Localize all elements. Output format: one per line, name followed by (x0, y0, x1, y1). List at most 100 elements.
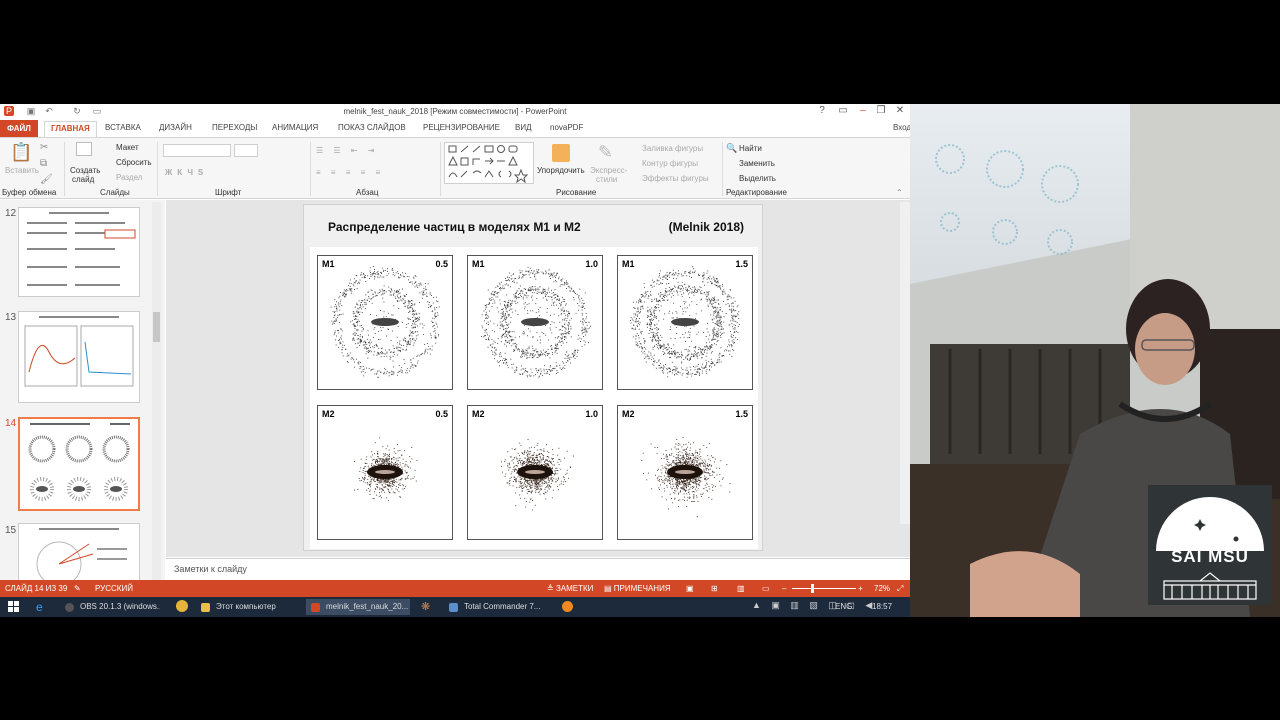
help-icon[interactable]: ? (815, 105, 829, 116)
thumbnail-scroll-thumb[interactable] (153, 312, 160, 342)
font-size-input[interactable] (234, 144, 258, 157)
slide-thumbnail-14[interactable] (18, 417, 140, 511)
sai-msu-logo: SAI MSU (1148, 485, 1272, 605)
particle-distribution-figure: M1 0.5 M1 1.0 M1 1.5 M2 0.5 M2 1.0 M2 1.… (310, 247, 758, 549)
signin-link[interactable]: Вход (893, 123, 910, 132)
tab-transitions[interactable]: ПЕРЕХОДЫ (212, 123, 257, 132)
new-slide-button[interactable]: Создать (70, 166, 100, 175)
keyboard-language[interactable]: ENG (835, 602, 852, 611)
taskbar-item-total-commander[interactable]: Total Commander 7... (444, 599, 548, 615)
shape-outline-button[interactable]: Контур фигуры (642, 159, 698, 168)
tab-review[interactable]: РЕЦЕНЗИРОВАНИЕ (423, 123, 500, 132)
replace-button[interactable]: Заменить (739, 159, 775, 168)
cut-icon[interactable]: ✂ (40, 142, 48, 153)
thumbnail-scrollbar[interactable] (152, 202, 161, 580)
tab-file[interactable]: ФАЙЛ (0, 120, 38, 137)
powerpoint-icon (311, 603, 320, 612)
editor-scrollbar[interactable] (900, 202, 910, 524)
taskbar-item-explorer[interactable]: Этот компьютер (196, 599, 302, 615)
start-button[interactable] (8, 601, 19, 612)
zoom-slider[interactable] (792, 588, 856, 589)
tab-view[interactable]: ВИД (515, 123, 532, 132)
total-commander-icon (449, 603, 458, 612)
scatter-plot (330, 266, 440, 378)
taskbar-item-label: melnik_fest_nauk_20... (326, 602, 409, 611)
section-button[interactable]: Раздел (116, 173, 142, 182)
thumbnail-number: 12 (5, 208, 17, 219)
taskbar-item-obs[interactable]: OBS 20.1.3 (windows... (60, 599, 160, 615)
spellcheck-icon[interactable]: ✎ (74, 584, 81, 593)
notes-pane[interactable]: Заметки к слайду (166, 558, 910, 580)
fit-to-window-icon[interactable]: ⤢ (897, 584, 903, 594)
windows-logo-icon (8, 601, 19, 612)
quick-styles-button-line2[interactable]: стили (596, 175, 617, 184)
new-slide-icon[interactable] (76, 142, 92, 156)
zoom-out-button[interactable]: – (782, 584, 786, 593)
layout-button[interactable]: Макет (116, 143, 139, 152)
new-slide-button-line2[interactable]: слайд (72, 175, 94, 184)
chrome-icon[interactable] (176, 600, 188, 612)
scatter-plot (353, 437, 418, 501)
powerpoint-window: P ▣ ↶ ↻ ▭ melnik_fest_nauk_2018 [Режим с… (0, 104, 910, 597)
screen: P ▣ ↶ ↻ ▭ melnik_fest_nauk_2018 [Режим с… (0, 0, 1280, 720)
panel-value-label: 1.0 (585, 259, 598, 269)
slideshow-view-icon[interactable]: ▭ (762, 584, 770, 593)
ribbon-separator (157, 142, 158, 196)
scatter-plot (641, 437, 731, 518)
tab-animations[interactable]: АНИМАЦИЯ (272, 123, 318, 132)
slide-thumbnail-15[interactable] (18, 523, 140, 583)
thumbnail-13-content (24, 316, 134, 387)
copy-icon[interactable]: ⧉ (40, 158, 47, 169)
paste-button[interactable]: Вставить (5, 166, 39, 175)
font-format-buttons[interactable]: ЖКЧS (165, 168, 208, 177)
list-buttons[interactable]: ☰ ☰ ⇤ ⇥ (316, 146, 378, 155)
quick-styles-icon[interactable]: ✎ (598, 142, 613, 163)
arrange-icon[interactable] (552, 144, 570, 162)
zoom-slider-thumb[interactable] (811, 584, 814, 593)
find-button[interactable]: Найти (739, 144, 762, 153)
font-name-input[interactable] (163, 144, 231, 157)
editing-group-label: Редактирование (726, 188, 787, 197)
clipboard-group-label: Буфер обмена (2, 188, 57, 197)
comments-toggle[interactable]: ▤ ПРИМЕЧАНИЯ (604, 584, 671, 593)
language-indicator[interactable]: РУССКИЙ (95, 584, 133, 593)
notes-toggle[interactable]: ≜ ЗАМЕТКИ (547, 584, 593, 593)
ie-icon[interactable]: e (36, 600, 43, 614)
collapse-ribbon-icon[interactable]: ⌃ (896, 188, 903, 197)
clock[interactable]: 18:57 (872, 602, 892, 611)
close-button[interactable]: ✕ (893, 105, 907, 116)
app-icon[interactable]: ❋ (421, 600, 430, 613)
tray-app-icon[interactable] (562, 601, 573, 612)
ribbon-display-icon[interactable]: ▭ (836, 105, 850, 116)
slide-thumbnail-12[interactable] (18, 207, 140, 297)
slide-thumbnail-13[interactable] (18, 311, 140, 403)
minimize-button[interactable]: – (856, 105, 870, 116)
zoom-in-button[interactable]: + (858, 584, 863, 593)
align-buttons[interactable]: ≡ ≡ ≡ ≡ ≡ (316, 168, 384, 177)
thumbnail-number: 15 (5, 525, 17, 536)
tab-insert[interactable]: ВСТАВКА (105, 123, 141, 132)
tab-slideshow[interactable]: ПОКАЗ СЛАЙДОВ (338, 123, 406, 132)
find-icon[interactable]: 🔍 (726, 143, 737, 154)
tab-home[interactable]: ГЛАВНАЯ (44, 121, 97, 137)
reset-button[interactable]: Сбросить (116, 158, 152, 167)
shape-effects-button[interactable]: Эффекты фигуры (642, 174, 709, 183)
slide-sorter-icon[interactable]: ⊞ (711, 584, 718, 593)
shape-fill-button[interactable]: Заливка фигуры (642, 144, 703, 153)
arrange-button[interactable]: Упорядочить (537, 166, 585, 175)
paste-icon[interactable]: 📋 (10, 142, 32, 163)
reading-view-icon[interactable]: ▥ (737, 584, 745, 593)
normal-view-icon[interactable]: ▣ (686, 584, 694, 593)
format-painter-icon[interactable]: 🖌 (40, 174, 53, 185)
tab-novapdf[interactable]: novaPDF (550, 123, 583, 132)
zoom-level[interactable]: 72% (874, 584, 890, 593)
tab-design[interactable]: ДИЗАЙН (159, 123, 192, 132)
restore-button[interactable]: ❐ (874, 105, 888, 116)
shapes-gallery[interactable] (444, 142, 534, 184)
current-slide[interactable]: Распределение частиц в моделях М1 и М2 (… (303, 204, 763, 551)
panel-value-label: 1.5 (735, 409, 748, 419)
select-button[interactable]: Выделить (739, 174, 776, 183)
quick-styles-button[interactable]: Экспресс- (590, 166, 627, 175)
system-tray-icons[interactable]: ▲ ▣ ▥ ▧ ◫ ◻ ◀ (752, 600, 876, 611)
taskbar-item-powerpoint[interactable]: melnik_fest_nauk_20... (306, 599, 410, 615)
